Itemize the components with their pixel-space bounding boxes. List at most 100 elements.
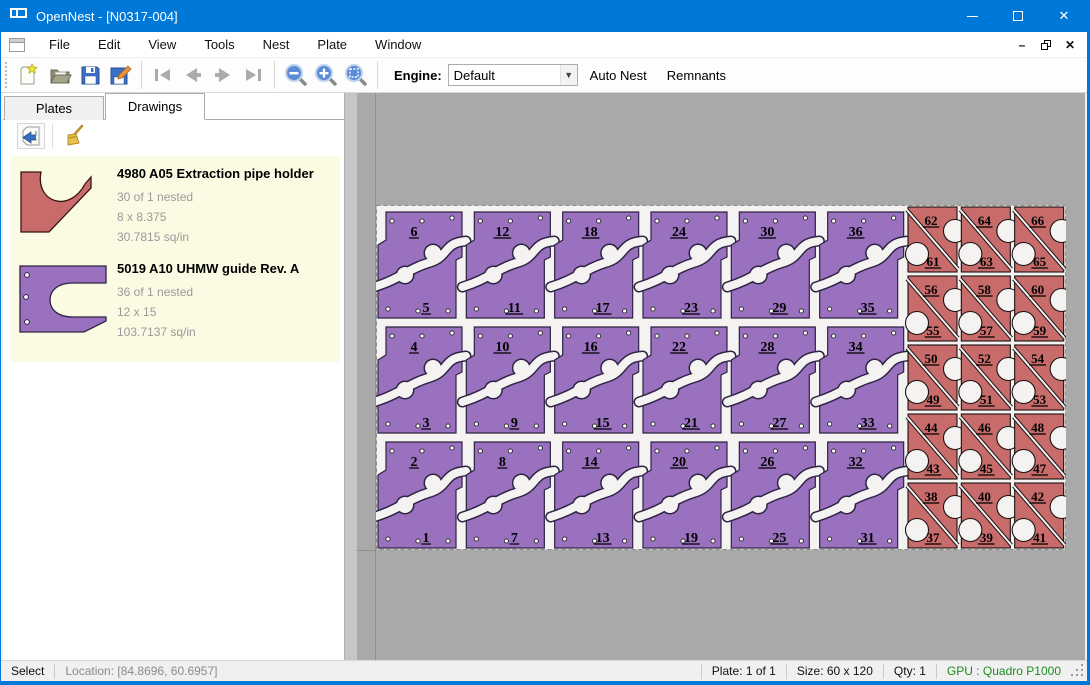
menu-nest[interactable]: Nest	[249, 33, 304, 56]
drill-hole	[446, 309, 450, 313]
close-icon: ✕	[1059, 8, 1070, 24]
nested-pair-red[interactable]: 5857	[959, 276, 1020, 341]
part-number: 63	[980, 254, 994, 269]
part-number: 38	[925, 489, 939, 504]
part-notch	[1012, 381, 1035, 404]
window-bottom-border	[1, 681, 1087, 685]
open-button[interactable]	[45, 61, 75, 89]
nested-pair-red[interactable]: 4443	[906, 414, 967, 479]
part-notch	[959, 381, 982, 404]
nested-pair-red[interactable]: 6463	[959, 207, 1020, 272]
window-right-edge	[1085, 93, 1087, 660]
drill-hole	[420, 449, 424, 453]
nav-prev-button[interactable]	[178, 61, 208, 89]
nested-pair-red[interactable]: 6261	[906, 207, 967, 272]
zoom-out-button[interactable]	[281, 61, 311, 89]
nested-pair-purple[interactable]: 65	[376, 212, 466, 318]
nested-pair-red[interactable]: 6665	[1012, 207, 1066, 272]
drill-hole	[538, 446, 542, 450]
new-button[interactable]	[15, 61, 45, 89]
tab-plates[interactable]: Plates	[4, 96, 104, 120]
nested-pair-red[interactable]: 4241	[1012, 483, 1066, 548]
mdi-document-icon[interactable]	[9, 38, 25, 52]
part-number: 66	[1031, 213, 1045, 228]
nested-pair-purple[interactable]: 1413	[551, 442, 643, 548]
close-button[interactable]: ✕	[1041, 0, 1087, 32]
nested-pair-red[interactable]: 5453	[1012, 345, 1066, 410]
nested-pair-purple[interactable]: 2423	[639, 212, 731, 318]
menu-view[interactable]: View	[134, 33, 190, 56]
drill-hole	[743, 334, 747, 338]
drill-hole	[420, 334, 424, 338]
nested-pair-purple[interactable]: 3433	[816, 327, 908, 433]
drill-hole	[892, 216, 896, 220]
remnants-button[interactable]: Remnants	[659, 63, 734, 88]
menu-window[interactable]: Window	[361, 33, 435, 56]
panel-splitter[interactable]	[344, 93, 357, 660]
nested-pair-purple[interactable]: 2625	[727, 442, 819, 548]
list-item[interactable]: 5019 A10 UHMW guide Rev. A 36 of 1 neste…	[17, 257, 336, 342]
nested-pair-purple[interactable]: 2019	[639, 442, 731, 548]
import-drawing-button[interactable]	[17, 123, 45, 149]
nested-pair-purple[interactable]: 2221	[639, 327, 731, 433]
nav-next-button[interactable]	[208, 61, 238, 89]
nested-pair-purple[interactable]: 1211	[462, 212, 554, 318]
menu-tools[interactable]: Tools	[190, 33, 248, 56]
mdi-restore-button[interactable]	[1037, 37, 1055, 53]
toolbar-grip[interactable]	[5, 62, 9, 88]
minimize-button[interactable]	[949, 0, 995, 32]
nested-pair-purple[interactable]: 2827	[727, 327, 819, 433]
nested-pair-red[interactable]: 5251	[959, 345, 1020, 410]
resize-grip[interactable]	[1071, 664, 1085, 678]
tab-drawings[interactable]: Drawings	[105, 93, 205, 120]
nested-pair-purple[interactable]: 109	[462, 327, 554, 433]
nav-first-button[interactable]	[148, 61, 178, 89]
nested-pair-purple[interactable]: 3029	[727, 212, 819, 318]
nested-pair-purple[interactable]: 3635	[816, 212, 908, 318]
menu-edit[interactable]: Edit	[84, 33, 134, 56]
part-notch	[1012, 519, 1035, 542]
menu-plate[interactable]: Plate	[303, 33, 361, 56]
nested-pair-red[interactable]: 5049	[906, 345, 967, 410]
drill-hole	[450, 331, 454, 335]
nested-pair-purple[interactable]: 21	[376, 442, 466, 548]
chevron-down-icon[interactable]: ▼	[560, 65, 577, 85]
auto-nest-button[interactable]: Auto Nest	[582, 63, 655, 88]
mdi-close-button[interactable]: ✕	[1061, 37, 1079, 53]
zoom-fit-button[interactable]	[341, 61, 371, 89]
drill-hole	[862, 334, 866, 338]
nested-pair-purple[interactable]: 3231	[816, 442, 908, 548]
nested-pair-red[interactable]: 3837	[906, 483, 967, 548]
save-as-button[interactable]	[105, 61, 135, 89]
drawings-toolbar	[3, 120, 344, 152]
maximize-button[interactable]	[995, 0, 1041, 32]
engine-select[interactable]: Default ▼	[448, 64, 578, 86]
drill-hole	[508, 334, 512, 338]
drill-hole	[386, 422, 390, 426]
clear-drawings-button[interactable]	[60, 123, 88, 149]
nav-last-button[interactable]	[238, 61, 268, 89]
nested-pair-red[interactable]: 4645	[959, 414, 1020, 479]
nested-pair-purple[interactable]: 43	[376, 327, 466, 433]
plate-sheet[interactable]: 6512111817242330293635431091615222128273…	[376, 205, 1066, 550]
part-number: 62	[925, 213, 938, 228]
mdi-minimize-button[interactable]: –	[1013, 37, 1031, 53]
drill-hole	[739, 537, 743, 541]
nested-pair-purple[interactable]: 87	[462, 442, 554, 548]
maximize-icon	[1013, 11, 1023, 21]
nested-pair-red[interactable]: 6059	[1012, 276, 1066, 341]
nest-canvas[interactable]: 6512111817242330293635431091615222128273…	[357, 93, 1085, 660]
drill-hole	[563, 422, 567, 426]
menu-file[interactable]: File	[35, 33, 84, 56]
save-button[interactable]	[75, 61, 105, 89]
drill-hole	[711, 539, 715, 543]
zoom-in-button[interactable]	[311, 61, 341, 89]
nested-pair-red[interactable]: 5655	[906, 276, 967, 341]
part-number: 57	[980, 323, 994, 338]
nested-pair-purple[interactable]: 1817	[551, 212, 643, 318]
nested-pair-red[interactable]: 4039	[959, 483, 1020, 548]
list-item[interactable]: 4980 A05 Extraction pipe holder 30 of 1 …	[17, 162, 336, 247]
nested-pair-red[interactable]: 4847	[1012, 414, 1066, 479]
drill-hole	[828, 422, 832, 426]
nested-pair-purple[interactable]: 1615	[551, 327, 643, 433]
